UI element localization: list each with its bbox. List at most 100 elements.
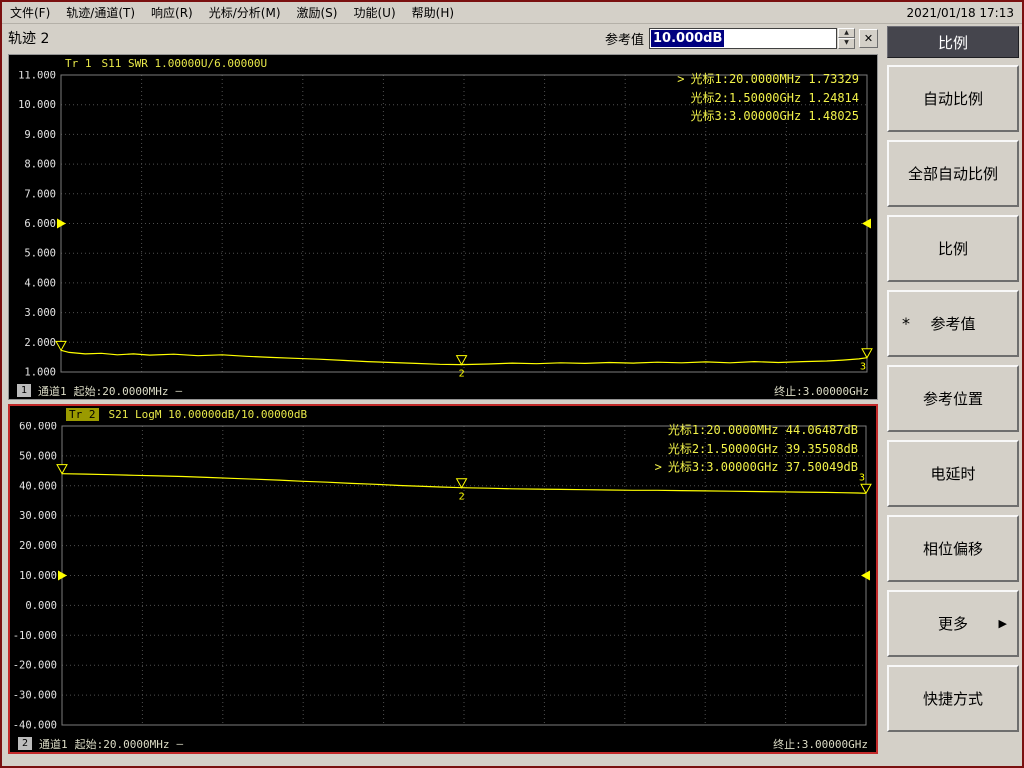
chart-panel-1: Tr 1 S11 SWR 1.00000U/6.00000U 11.000 10.00… xyxy=(8,54,878,400)
active-marker-indicator-icon: > xyxy=(654,460,662,474)
svg-text:2: 2 xyxy=(459,492,465,503)
channel-label: 通道1 xyxy=(38,384,67,398)
marker-readout-line: 光标3:3.00000GHz 1.48025 xyxy=(677,107,860,126)
menu-item-2[interactable]: 响应(R) xyxy=(151,4,193,21)
svg-text:-10.000: -10.000 xyxy=(13,630,57,642)
stop-frequency-label: 终止:3.00000GHz xyxy=(774,384,869,398)
channel-badge: 2 xyxy=(18,737,33,750)
svg-text:10.000: 10.000 xyxy=(19,570,57,582)
selected-indicator: * xyxy=(902,314,910,333)
reference-value-text: 10.000dB xyxy=(651,29,725,47)
marker-readout-text: 光标3:3.00000GHz 37.50049dB xyxy=(667,460,858,474)
marker-readout-text: 光标3:3.00000GHz 1.48025 xyxy=(690,109,860,123)
sidebar-button-auto-scale-all[interactable]: 全部自动比例 xyxy=(887,140,1019,207)
softkey-sidebar: 比例 自动比例 全部自动比例 比例 * 参考值 参考位置 电延时 相位偏移 更多 ▶ 快捷方式 xyxy=(884,24,1022,766)
menu-item-6[interactable]: 帮助(H) xyxy=(412,4,454,21)
svg-text:3: 3 xyxy=(860,362,866,373)
sidebar-button-label: 快捷方式 xyxy=(922,690,983,708)
svg-text:1.000: 1.000 xyxy=(24,367,56,379)
sidebar-button-scale[interactable]: 比例 xyxy=(887,215,1019,282)
menu-item-1[interactable]: 轨迹/通道(T) xyxy=(66,4,135,21)
svg-text:9.000: 9.000 xyxy=(24,129,56,141)
svg-text:11.000: 11.000 xyxy=(18,71,56,82)
svg-text:40.000: 40.000 xyxy=(19,480,57,492)
entry-toolbar: 轨迹 2 参考值 10.000dB ▲ ▼ ✕ xyxy=(2,24,884,52)
sidebar-button-label: 自动比例 xyxy=(922,90,983,108)
sidebar-button-label: 全部自动比例 xyxy=(907,165,998,183)
marker-readout-line: > 光标1:20.0000MHz 1.73329 xyxy=(677,70,859,89)
sidebar-button-electrical-delay[interactable]: 电延时 xyxy=(887,440,1019,507)
channel-label: 通道1 xyxy=(39,737,68,751)
close-entry-button[interactable]: ✕ xyxy=(859,28,878,48)
spinner-up-button[interactable]: ▲ xyxy=(838,27,855,38)
chart-title: Tr 2 S21 LogM 10.00000dB/10.00000dB xyxy=(10,406,876,422)
sidebar-button-reference-value[interactable]: * 参考值 xyxy=(887,290,1019,357)
submenu-arrow-icon: ▶ xyxy=(998,617,1007,630)
marker-readout-line: 光标2:1.50000GHz 1.24814 xyxy=(677,89,860,108)
menu-bar: 文件(F) 轨迹/通道(T) 响应(R) 光标/分析(M) 激励(S) 功能(U) 帮助(H… xyxy=(2,2,1022,24)
sidebar-button-label: 更多 xyxy=(937,615,968,633)
sweep-indicator: — xyxy=(175,384,183,397)
menu-items: 文件(F) 轨迹/通道(T) 响应(R) 光标/分析(M) 激励(S) 功能(U) 帮助(H… xyxy=(10,4,470,21)
trace-id-label[interactable]: Tr 2 xyxy=(66,407,99,421)
sidebar-button-auto-scale[interactable]: 自动比例 xyxy=(887,65,1019,132)
svg-text:7.000: 7.000 xyxy=(24,188,56,200)
menu-item-4[interactable]: 激励(S) xyxy=(297,4,338,21)
marker-readout-line: > 光标3:3.00000GHz 37.50049dB xyxy=(655,458,858,477)
start-frequency-label: 起始:20.0000MHz xyxy=(74,737,170,751)
spinner-down-button[interactable]: ▼ xyxy=(838,38,855,49)
value-spinner: ▲ ▼ xyxy=(838,27,855,49)
sidebar-button-label: 参考位置 xyxy=(922,390,983,408)
active-marker-indicator-icon: > xyxy=(677,72,685,86)
svg-text:-20.000: -20.000 xyxy=(13,660,57,672)
sidebar-buttons: 自动比例全部自动比例 比例 * 参考值参考位置电延时相位偏移更多 ▶ 快捷方式 xyxy=(887,65,1019,740)
svg-text:5.000: 5.000 xyxy=(24,248,56,260)
sweep-indicator: — xyxy=(176,737,184,750)
marker-readout-text: 光标2:1.50000GHz 39.35508dB xyxy=(667,441,858,456)
marker-readout: 光标1:20.0000MHz 44.06487dB 光标2:1.50000GHz … xyxy=(655,421,858,477)
svg-text:6.000: 6.000 xyxy=(24,218,56,230)
reference-value-input[interactable]: 10.000dB xyxy=(649,27,837,49)
main-area: 轨迹 2 参考值 10.000dB ▲ ▼ ✕ Tr 1 S11 SWR 1.00… xyxy=(2,24,884,766)
svg-text:30.000: 30.000 xyxy=(19,510,57,522)
sidebar-header: 比例 xyxy=(887,26,1019,58)
sidebar-button-label: 比例 xyxy=(937,240,968,258)
chart-panel-2: Tr 2 S21 LogM 10.00000dB/10.00000dB 60.000… xyxy=(8,404,878,754)
trace-id-label[interactable]: Tr 1 xyxy=(65,57,92,70)
svg-text:-30.000: -30.000 xyxy=(13,690,57,702)
sidebar-button-label: 电延时 xyxy=(930,465,976,483)
svg-text:0.000: 0.000 xyxy=(25,600,57,612)
sidebar-button-phase-offset[interactable]: 相位偏移 xyxy=(887,515,1019,582)
svg-text:4.000: 4.000 xyxy=(24,277,56,289)
sidebar-button-shortcut[interactable]: 快捷方式 xyxy=(887,665,1019,732)
svg-text:3.000: 3.000 xyxy=(24,307,56,319)
vna-application-window: 文件(F) 轨迹/通道(T) 响应(R) 光标/分析(M) 激励(S) 功能(U) 帮助(H… xyxy=(0,0,1024,768)
svg-text:8.000: 8.000 xyxy=(24,159,56,171)
channel-badge: 1 xyxy=(17,384,32,397)
svg-text:50.000: 50.000 xyxy=(19,450,57,462)
start-frequency-label: 起始:20.0000MHz xyxy=(73,384,169,398)
sidebar-button-reference-position[interactable]: 参考位置 xyxy=(887,365,1019,432)
svg-text:10.000: 10.000 xyxy=(18,99,56,111)
menu-item-5[interactable]: 功能(U) xyxy=(353,4,395,21)
chart-footer: 2 通道1 起始:20.0000MHz — 终止:3.00000GHz xyxy=(10,735,876,752)
trace-format-label: S21 LogM 10.00000dB/10.00000dB xyxy=(108,407,308,421)
active-trace-label: 轨迹 2 xyxy=(8,31,50,47)
stop-frequency-label: 终止:3.00000GHz xyxy=(773,737,868,751)
datetime-display: 2021/01/18 17:13 xyxy=(906,5,1014,20)
content-area: 轨迹 2 参考值 10.000dB ▲ ▼ ✕ Tr 1 S11 SWR 1.00… xyxy=(2,24,1022,766)
menu-item-3[interactable]: 光标/分析(M) xyxy=(209,4,281,21)
sidebar-button-more[interactable]: 更多 ▶ xyxy=(887,590,1019,657)
menu-item-0[interactable]: 文件(F) xyxy=(10,4,50,21)
chart-title: Tr 1 S11 SWR 1.00000U/6.00000U xyxy=(9,55,877,71)
marker-readout-text: 光标1:20.0000MHz 1.73329 xyxy=(690,72,860,86)
svg-text:-40.000: -40.000 xyxy=(13,720,57,732)
marker-readout-line: 光标1:20.0000MHz 44.06487dB xyxy=(655,421,858,440)
svg-text:2: 2 xyxy=(459,369,465,380)
trace-format-label: S11 SWR 1.00000U/6.00000U xyxy=(101,56,268,70)
sidebar-button-label: 相位偏移 xyxy=(922,540,983,558)
svg-text:3: 3 xyxy=(859,472,865,483)
reference-entry-group: 参考值 10.000dB ▲ ▼ ✕ xyxy=(605,27,878,49)
svg-text:60.000: 60.000 xyxy=(19,422,57,433)
svg-text:20.000: 20.000 xyxy=(19,540,57,552)
